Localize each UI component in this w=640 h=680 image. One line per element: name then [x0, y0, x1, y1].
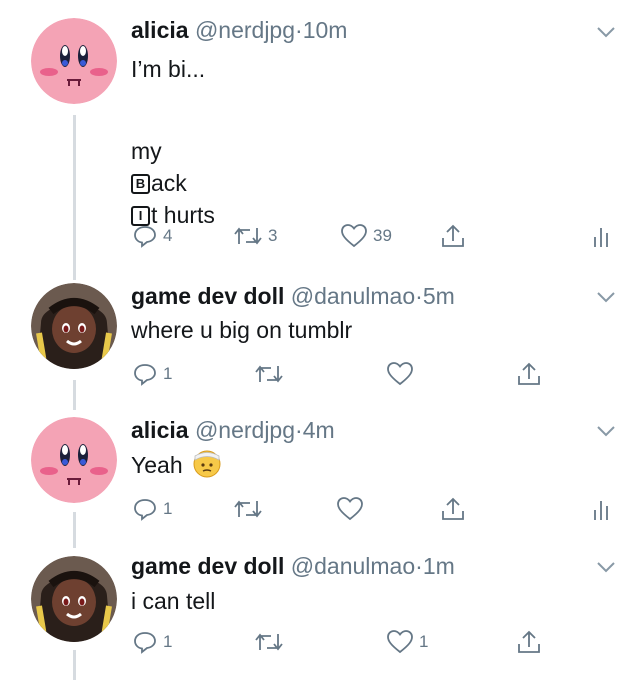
user-handle[interactable]: @danulmao: [291, 283, 415, 309]
chevron-down-icon[interactable]: [596, 424, 616, 438]
retweet-icon: [234, 227, 262, 245]
heart-icon: [387, 362, 413, 386]
chevron-down-icon[interactable]: [596, 560, 616, 574]
like-button[interactable]: 1: [387, 630, 428, 654]
boxed-letter-i: I: [131, 206, 150, 226]
tweet-header: alicia @nerdjpg·4m: [131, 416, 335, 444]
tweet-line: Yeah: [131, 452, 183, 478]
tweet-line: my: [131, 138, 162, 164]
retweet-button[interactable]: [234, 497, 262, 521]
face-with-head-bandage-emoji: [193, 450, 221, 478]
tweet-line: Back: [131, 167, 215, 199]
tweet-text: Yeah: [131, 449, 221, 481]
reply-icon: [134, 226, 156, 248]
tweet-text: i can tell: [131, 585, 215, 617]
reply-count: 1: [163, 632, 173, 651]
tweet-text: I’m bi... my Back It hurts: [131, 53, 215, 231]
chevron-down-icon[interactable]: [596, 290, 616, 304]
reply-icon: [134, 499, 156, 521]
retweet-icon: [255, 365, 283, 383]
share-icon: [442, 497, 464, 520]
separator-dot: ·: [295, 417, 303, 443]
reply-button[interactable]: 1: [133, 630, 172, 654]
tweet-line: where u big on tumblr: [131, 317, 353, 343]
share-button[interactable]: [516, 629, 542, 655]
share-icon: [518, 362, 540, 385]
analytics-icon: [594, 228, 608, 247]
tweet-header: game dev doll @danulmao·1m: [131, 552, 455, 580]
chevron-down-icon[interactable]: [596, 25, 616, 39]
kirby-avatar[interactable]: [31, 18, 117, 104]
game-dev-doll-avatar[interactable]: [31, 283, 117, 369]
reply-icon: [134, 364, 156, 386]
tweet-text: where u big on tumblr: [131, 314, 352, 346]
retweet-button[interactable]: [255, 630, 283, 654]
heart-icon: [337, 497, 363, 521]
reply-count: 1: [163, 364, 173, 383]
tweet[interactable]: game dev doll @danulmao·5m where u big o…: [0, 270, 640, 400]
display-name[interactable]: game dev doll: [131, 553, 284, 579]
tweet[interactable]: alicia @nerdjpg·10m I’m bi... my Back It…: [0, 0, 640, 270]
reply-button[interactable]: 4: [133, 224, 172, 248]
share-icon: [518, 630, 540, 653]
analytics-icon: [594, 501, 608, 520]
timestamp[interactable]: 4m: [303, 417, 335, 443]
display-name[interactable]: game dev doll: [131, 283, 284, 309]
share-icon: [442, 224, 464, 247]
boxed-letter-b: B: [131, 174, 150, 194]
timestamp[interactable]: 10m: [303, 17, 348, 43]
retweet-button[interactable]: [255, 362, 283, 386]
tweet-line: i can tell: [131, 588, 216, 614]
separator-dot: ·: [295, 17, 303, 43]
reply-button[interactable]: 1: [133, 362, 172, 386]
separator-dot: ·: [415, 553, 423, 579]
timestamp[interactable]: 1m: [423, 553, 455, 579]
user-handle[interactable]: @danulmao: [291, 553, 415, 579]
retweet-icon: [255, 633, 283, 651]
like-button[interactable]: [337, 497, 363, 521]
share-button[interactable]: [440, 496, 466, 522]
like-button[interactable]: 39: [341, 224, 392, 248]
heart-icon: [387, 630, 413, 654]
share-button[interactable]: [516, 361, 542, 387]
reply-icon: [134, 632, 156, 654]
separator-dot: ·: [415, 283, 423, 309]
timestamp[interactable]: 5m: [423, 283, 455, 309]
analytics-button[interactable]: [592, 498, 614, 522]
like-count: 1: [419, 632, 429, 651]
user-handle[interactable]: @nerdjpg: [195, 17, 295, 43]
tweet-header: alicia @nerdjpg·10m: [131, 16, 347, 44]
reply-count: 1: [163, 499, 173, 518]
retweet-icon: [234, 500, 262, 518]
retweet-count: 3: [268, 226, 278, 245]
reply-button[interactable]: 1: [133, 497, 172, 521]
tweet[interactable]: game dev doll @danulmao·1m i can tell 1 …: [0, 536, 640, 680]
tweet[interactable]: alicia @nerdjpg·4m Yeah 1: [0, 400, 640, 536]
game-dev-doll-avatar[interactable]: [31, 556, 117, 642]
reply-count: 4: [163, 226, 173, 245]
tweet-header: game dev doll @danulmao·5m: [131, 282, 455, 310]
analytics-button[interactable]: [592, 225, 614, 249]
tweet-line: I’m bi...: [131, 56, 206, 82]
retweet-button[interactable]: 3: [234, 224, 277, 248]
share-button[interactable]: [440, 223, 466, 249]
heart-icon: [341, 224, 367, 248]
user-handle[interactable]: @nerdjpg: [195, 417, 295, 443]
kirby-avatar[interactable]: [31, 417, 117, 503]
display-name[interactable]: alicia: [131, 17, 189, 43]
like-count: 39: [373, 226, 392, 245]
like-button[interactable]: [387, 362, 413, 386]
display-name[interactable]: alicia: [131, 417, 189, 443]
